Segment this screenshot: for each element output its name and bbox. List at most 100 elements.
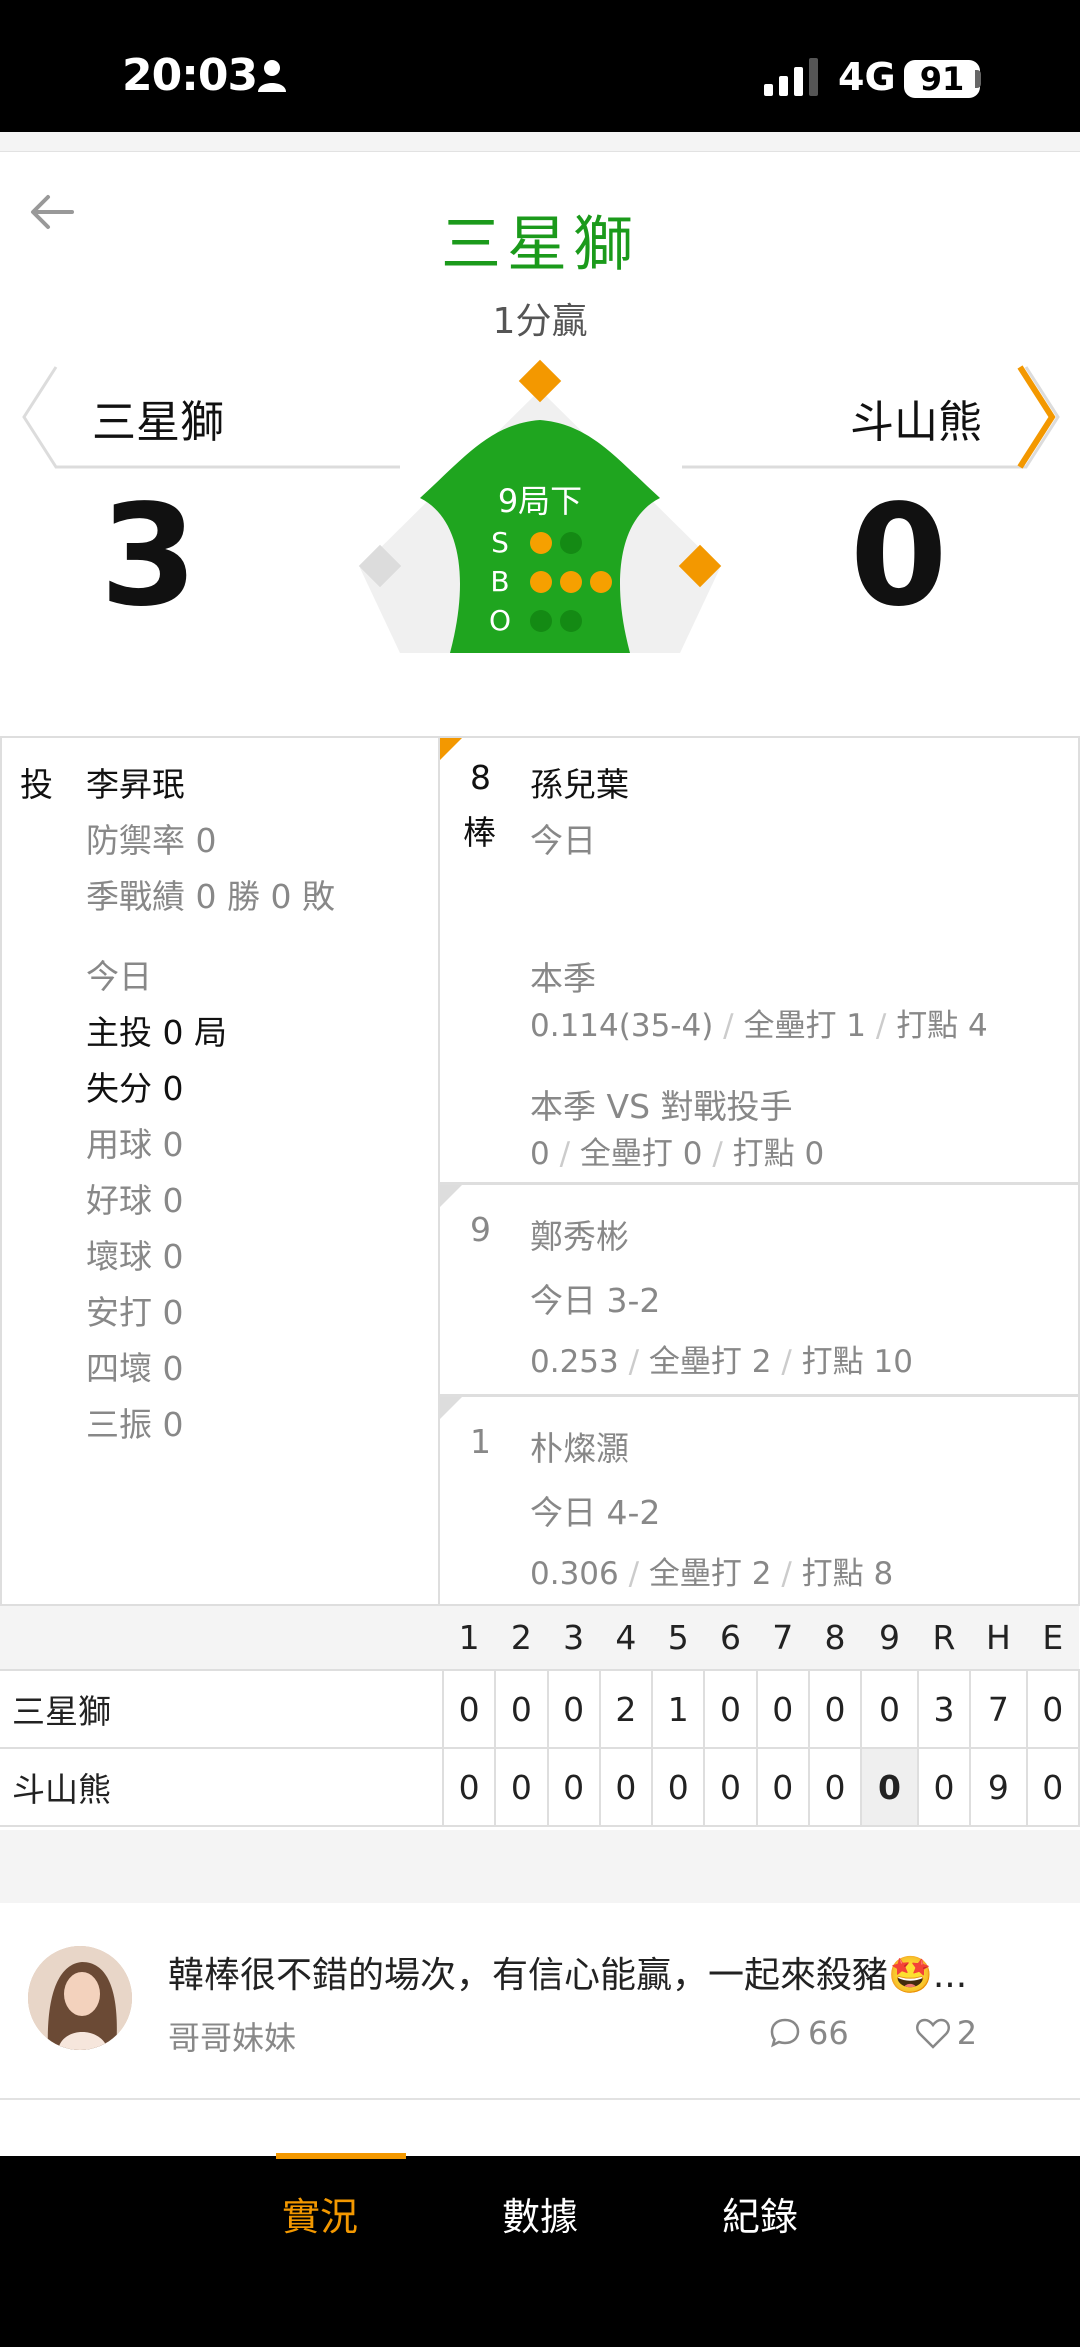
hits-header: H <box>970 1606 1027 1671</box>
batter-today: 今日 4-2 <box>530 1493 661 1532</box>
out-dots <box>530 610 582 632</box>
signal-icon <box>764 58 818 96</box>
ball-label: B <box>490 565 510 598</box>
pitcher-name[interactable]: 李昇珉 <box>86 758 185 806</box>
batter-divider <box>440 1394 1080 1397</box>
comment-text[interactable]: 韓棒很不錯的場次，有信心能贏，一起來殺豬🤩... <box>168 1946 967 1998</box>
pitcher-era: 防禦率 0 <box>86 821 217 860</box>
score-cell: 0 <box>651 1747 706 1827</box>
team-name: 三星獅 <box>0 1669 444 1749</box>
comment-user[interactable]: 哥哥妹妹 <box>168 2013 296 2059</box>
batter-divider <box>440 1182 1080 1185</box>
score-cell: 0 <box>494 1669 549 1749</box>
score-cell: 0 <box>1025 1669 1080 1749</box>
pitcher-stat: 好球 0 <box>86 1181 184 1220</box>
strike-dot <box>530 532 552 554</box>
comment-bubble-icon[interactable] <box>768 2016 802 2050</box>
reply-count: 66 <box>808 2014 849 2052</box>
table-row: 三星獅 0 0 0 2 1 0 0 0 0 3 7 0 <box>0 1669 1080 1749</box>
score-cell: 0 <box>546 1669 601 1749</box>
inning-header: 2 <box>495 1606 548 1671</box>
inning-header: 1 <box>443 1606 496 1671</box>
score-cell: 7 <box>969 1669 1028 1749</box>
active-tab-indicator <box>276 2153 406 2159</box>
away-team-score: 0 <box>850 475 948 638</box>
battery-icon: 91 <box>904 60 980 98</box>
score-cell: 0 <box>441 1669 497 1749</box>
out-dot <box>560 610 582 632</box>
scoreboard-corner <box>0 1606 443 1671</box>
score-cell: 0 <box>860 1669 919 1749</box>
pitcher-stat: 用球 0 <box>86 1125 184 1164</box>
home-team-name: 三星獅 <box>92 397 224 448</box>
batter-name[interactable]: 朴燦灝 <box>530 1422 629 1470</box>
page-title: 三星獅 <box>441 210 639 280</box>
inning-header: 4 <box>599 1606 653 1671</box>
top-divider <box>0 132 1080 152</box>
batter-marker <box>440 1397 462 1419</box>
second-base <box>518 359 562 403</box>
batter-vs-label: 本季 VS 對戰投手 <box>530 1087 793 1126</box>
ball-dot <box>560 571 582 593</box>
tab-stats[interactable]: 數據 <box>450 2186 630 2241</box>
pitcher-stat: 壞球 0 <box>86 1237 184 1276</box>
runs-header: R <box>917 1606 971 1671</box>
strike-dot <box>560 532 582 554</box>
ball-dot <box>530 571 552 593</box>
batter-name[interactable]: 孫兒葉 <box>530 758 629 806</box>
pitcher-stat: 三振 0 <box>86 1405 184 1444</box>
score-cell: 0 <box>807 1747 863 1827</box>
pitcher-stat: 安打 0 <box>86 1293 184 1332</box>
batter-order: 9 <box>470 1210 491 1249</box>
score-cell: 0 <box>703 1669 758 1749</box>
inning-header: 9 <box>861 1606 918 1671</box>
ball-dots <box>530 571 612 593</box>
network-type: 4G <box>838 55 896 99</box>
batter-season-label: 本季 <box>530 959 596 998</box>
inning-indicator: 9局下 <box>497 482 583 520</box>
score-cell: 0 <box>1025 1747 1080 1827</box>
comment-actions: 66 2 <box>768 2014 977 2052</box>
table-row: 斗山熊 0 0 0 0 0 0 0 0 0 0 9 0 <box>0 1747 1080 1827</box>
out-dot <box>530 610 552 632</box>
batter-season-stats: 0.306 / 全壘打 2 / 打點 8 <box>530 1556 894 1592</box>
out-label: O <box>489 604 512 637</box>
strike-dots <box>530 532 582 554</box>
pitcher-stat: 四壞 0 <box>86 1349 184 1388</box>
comment-divider <box>0 2098 1080 2100</box>
tab-live[interactable]: 實況 <box>230 2186 410 2241</box>
score-cell: 3 <box>916 1669 972 1749</box>
home-team-score: 3 <box>100 475 198 638</box>
batter-order: 8 <box>470 758 491 797</box>
like-count: 2 <box>956 2014 978 2052</box>
ball-dot <box>590 571 612 593</box>
batter-today: 今日 3-2 <box>530 1281 661 1320</box>
tab-records[interactable]: 紀錄 <box>670 2186 850 2241</box>
batter-vs-stats: 0 / 全壘打 0 / 打點 0 <box>530 1136 825 1172</box>
avatar[interactable] <box>28 1946 132 2050</box>
batter-name[interactable]: 鄭秀彬 <box>530 1210 629 1258</box>
away-team-name: 斗山熊 <box>850 397 982 448</box>
batter-order-suffix: 棒 <box>463 813 496 852</box>
pitcher-record: 季戰績 0 勝 0 敗 <box>86 877 335 916</box>
batter-today: 今日 <box>530 821 596 860</box>
scoreboard-table: 1 2 3 4 5 6 7 8 9 R H E 三星獅 0 0 0 2 1 0 … <box>0 1606 1080 1827</box>
heart-icon[interactable] <box>915 2016 951 2050</box>
batter-order: 1 <box>470 1422 491 1461</box>
inning-header: 7 <box>756 1606 809 1671</box>
score-cell: 0 <box>546 1747 601 1827</box>
status-time: 20:03 <box>122 50 258 101</box>
bottom-nav <box>0 2156 1080 2347</box>
pitcher-role: 投 <box>20 765 53 804</box>
pitcher-panel <box>0 736 440 1606</box>
score-cell: 0 <box>441 1747 497 1827</box>
pitcher-today-label: 今日 <box>86 957 152 996</box>
errors-header: E <box>1026 1606 1079 1671</box>
current-batter-marker <box>440 738 462 760</box>
section-gap <box>0 1830 1080 1903</box>
score-cell: 0 <box>598 1747 654 1827</box>
team-name: 斗山熊 <box>0 1747 444 1827</box>
avatar-image <box>28 1946 132 2050</box>
batter-season-stats: 0.114(35-4) / 全壘打 1 / 打點 4 <box>530 1008 988 1044</box>
batter-season-stats: 0.253 / 全壘打 2 / 打點 10 <box>530 1344 913 1380</box>
